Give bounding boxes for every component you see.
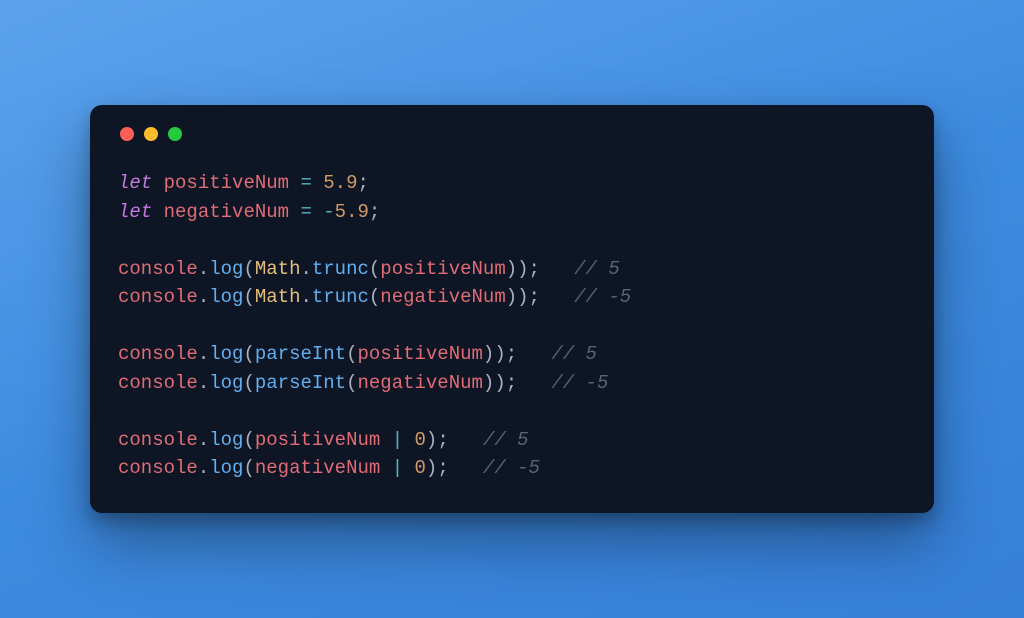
ident-negativeNum: negativeNum — [164, 201, 289, 223]
line-1: let positiveNum = 5.9; — [118, 172, 369, 194]
comment: // 5 — [483, 429, 529, 451]
keyword-let: let — [118, 201, 152, 223]
line-8: console.log(parseInt(negativeNum)); // -… — [118, 372, 608, 394]
code-window: let positiveNum = 5.9; let negativeNum =… — [90, 105, 934, 513]
ident-positiveNum: positiveNum — [164, 172, 289, 194]
line-2: let negativeNum = -5.9; — [118, 201, 380, 223]
keyword-let: let — [118, 172, 152, 194]
line-7: console.log(parseInt(positiveNum)); // 5 — [118, 343, 597, 365]
line-10: console.log(positiveNum | 0); // 5 — [118, 429, 529, 451]
ident-console: console — [118, 258, 198, 280]
comment: // -5 — [551, 372, 608, 394]
comment: // -5 — [483, 457, 540, 479]
op-pipe: | — [392, 429, 403, 451]
fn-log: log — [209, 258, 243, 280]
comment: // 5 — [551, 343, 597, 365]
line-4: console.log(Math.trunc(positiveNum)); //… — [118, 258, 620, 280]
fn-trunc: trunc — [312, 258, 369, 280]
close-icon[interactable] — [120, 127, 134, 141]
line-11: console.log(negativeNum | 0); // -5 — [118, 457, 540, 479]
minimize-icon[interactable] — [144, 127, 158, 141]
obj-Math: Math — [255, 258, 301, 280]
code-block: let positiveNum = 5.9; let negativeNum =… — [118, 169, 906, 483]
fn-parseInt: parseInt — [255, 343, 346, 365]
maximize-icon[interactable] — [168, 127, 182, 141]
line-5: console.log(Math.trunc(negativeNum)); //… — [118, 286, 631, 308]
window-controls — [118, 127, 906, 141]
comment: // 5 — [574, 258, 620, 280]
comment: // -5 — [574, 286, 631, 308]
